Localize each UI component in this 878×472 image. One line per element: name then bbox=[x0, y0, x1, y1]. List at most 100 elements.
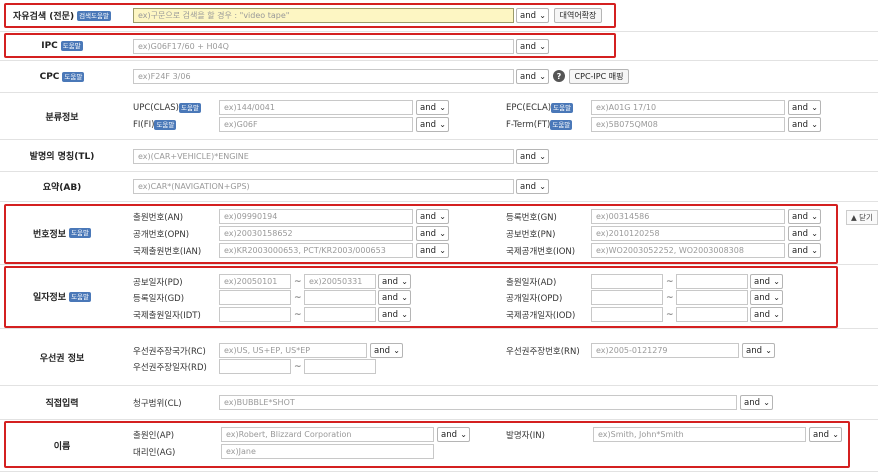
opn-operator-select[interactable]: and ⌄ bbox=[416, 226, 449, 241]
an-input[interactable]: ex)09990194 bbox=[219, 209, 413, 224]
rd-label: 우선권주장일자(RD) bbox=[133, 362, 207, 373]
free-search-input[interactable]: ex)구문으로 검색을 할 경우 : "video tape" bbox=[133, 8, 514, 23]
ian-operator-select[interactable]: and ⌄ bbox=[416, 243, 449, 258]
in-label: 발명자(IN) bbox=[506, 430, 545, 441]
ad-from-input[interactable] bbox=[591, 274, 663, 289]
search-help-badge[interactable]: 검색도움말 bbox=[77, 10, 111, 21]
ion-operator-select[interactable]: and ⌄ bbox=[788, 243, 821, 258]
gn-input[interactable]: ex)00314586 bbox=[591, 209, 785, 224]
abstract-label: 요약(AB) bbox=[0, 172, 124, 201]
idt-from-input[interactable] bbox=[219, 307, 291, 322]
row-classification: 분류정보 UPC(CLAS) 도움말 ex)144/0041 and ⌄ EPC(E… bbox=[0, 93, 878, 140]
an-operator-select[interactable]: and ⌄ bbox=[416, 209, 449, 224]
chevron-down-icon: ⌄ bbox=[439, 246, 446, 255]
gd-operator-select[interactable]: and ⌄ bbox=[378, 290, 411, 305]
iod-to-input[interactable] bbox=[676, 307, 748, 322]
cl-input[interactable]: ex)BUBBLE*SHOT bbox=[219, 395, 737, 410]
opn-input[interactable]: ex)20030158652 bbox=[219, 226, 413, 241]
numbers-help-badge[interactable]: 도움말 bbox=[69, 228, 92, 238]
abstract-operator-select[interactable]: and ⌄ bbox=[516, 179, 549, 194]
rd-from-input[interactable] bbox=[219, 359, 291, 374]
in-input[interactable]: ex)Smith, John*Smith bbox=[593, 427, 806, 442]
ion-input[interactable]: ex)WO2003052252, WO2003008308 bbox=[591, 243, 785, 258]
ad-label: 출원일자(AD) bbox=[506, 277, 557, 288]
idt-operator-select[interactable]: and ⌄ bbox=[378, 307, 411, 322]
opd-operator-select[interactable]: and ⌄ bbox=[750, 290, 783, 305]
row-dates: 일자정보 도움말 공보일자(PD) ex)20050101 ~ ex)20050… bbox=[0, 265, 878, 329]
dates-help-badge[interactable]: 도움말 bbox=[69, 291, 92, 302]
opd-label: 공개일자(OPD) bbox=[506, 293, 563, 304]
ian-input[interactable]: ex)KR2003000653, PCT/KR2003/000653 bbox=[219, 243, 413, 258]
opd-to-input[interactable] bbox=[676, 290, 748, 305]
rn-input[interactable]: ex)2005-0121279 bbox=[591, 343, 739, 358]
gd-to-input[interactable] bbox=[304, 290, 376, 305]
upc-operator-select[interactable]: and ⌄ bbox=[416, 100, 449, 115]
fterm-input[interactable]: ex)5B075QM08 bbox=[591, 117, 785, 132]
ipc-help-badge[interactable]: 도움말 bbox=[60, 41, 83, 51]
upc-input[interactable]: ex)144/0041 bbox=[219, 100, 413, 115]
gd-from-input[interactable] bbox=[219, 290, 291, 305]
row-ipc: IPC 도움말 ex)G06F17/60 + H04Q and ⌄ bbox=[0, 32, 878, 61]
fi-help-badge[interactable]: 도움말 bbox=[154, 119, 177, 130]
iod-operator-select[interactable]: and ⌄ bbox=[750, 307, 783, 322]
iod-from-input[interactable] bbox=[591, 307, 663, 322]
pd-from-input[interactable]: ex)20050101 bbox=[219, 274, 291, 289]
cpc-label: CPC 도움말 bbox=[0, 61, 124, 92]
fterm-operator-select[interactable]: and ⌄ bbox=[788, 117, 821, 132]
help-icon[interactable]: ? bbox=[553, 70, 565, 82]
idt-to-input[interactable] bbox=[304, 307, 376, 322]
gn-operator-select[interactable]: and ⌄ bbox=[788, 209, 821, 224]
in-operator-select[interactable]: and ⌄ bbox=[809, 427, 842, 442]
pn-input[interactable]: ex)2010120258 bbox=[591, 226, 785, 241]
cpc-input[interactable]: ex)F24F 3/06 bbox=[133, 69, 514, 84]
cpc-operator-select[interactable]: and ⌄ bbox=[516, 69, 549, 84]
epc-help-badge[interactable]: 도움말 bbox=[551, 102, 574, 113]
ag-label: 대리인(AG) bbox=[133, 447, 176, 458]
fi-operator-select[interactable]: and ⌄ bbox=[416, 117, 449, 132]
chevron-down-icon: ⌄ bbox=[773, 277, 780, 286]
upc-help-badge[interactable]: 도움말 bbox=[179, 102, 201, 113]
epc-label: EPC(ECLA) 도움말 bbox=[506, 102, 574, 113]
rn-operator-select[interactable]: and ⌄ bbox=[742, 343, 775, 358]
rc-input[interactable]: ex)US, US+EP, US*EP bbox=[219, 343, 367, 358]
ap-operator-select[interactable]: and ⌄ bbox=[437, 427, 470, 442]
rd-to-input[interactable] bbox=[304, 359, 376, 374]
pd-operator-select[interactable]: and ⌄ bbox=[378, 274, 411, 289]
free-search-operator-select[interactable]: and ⌄ bbox=[516, 8, 549, 23]
row-abstract: 요약(AB) ex)CAR*(NAVIGATION+GPS) and ⌄ bbox=[0, 172, 878, 202]
ag-input[interactable]: ex)Jane bbox=[221, 444, 434, 459]
chevron-down-icon: ⌄ bbox=[539, 11, 546, 20]
chevron-down-icon: ⌄ bbox=[765, 346, 772, 355]
pd-to-input[interactable]: ex)20050331 bbox=[304, 274, 376, 289]
epc-operator-select[interactable]: and ⌄ bbox=[788, 100, 821, 115]
chevron-down-icon: ⌄ bbox=[401, 293, 408, 302]
cpc-help-badge[interactable]: 도움말 bbox=[62, 71, 85, 82]
range-tilde: ~ bbox=[666, 292, 674, 303]
range-tilde: ~ bbox=[294, 276, 302, 287]
rc-operator-select[interactable]: and ⌄ bbox=[370, 343, 403, 358]
cl-operator-select[interactable]: and ⌄ bbox=[740, 395, 773, 410]
ad-to-input[interactable] bbox=[676, 274, 748, 289]
synonym-expand-button[interactable]: 대역어확장 bbox=[554, 8, 602, 23]
pn-operator-select[interactable]: and ⌄ bbox=[788, 226, 821, 241]
opd-from-input[interactable] bbox=[591, 290, 663, 305]
epc-input[interactable]: ex)A01G 17/10 bbox=[591, 100, 785, 115]
ipc-operator-select[interactable]: and ⌄ bbox=[516, 39, 549, 54]
range-tilde: ~ bbox=[294, 292, 302, 303]
ipc-input[interactable]: ex)G06F17/60 + H04Q bbox=[133, 39, 514, 54]
chevron-down-icon: ⌄ bbox=[439, 103, 446, 112]
collapse-button[interactable]: ▲ 닫기 bbox=[846, 210, 878, 225]
chevron-down-icon: ⌄ bbox=[832, 430, 839, 439]
chevron-down-icon: ⌄ bbox=[539, 182, 546, 191]
abstract-input[interactable]: ex)CAR*(NAVIGATION+GPS) bbox=[133, 179, 514, 194]
cpc-ipc-mapping-button[interactable]: CPC-IPC 매핑 bbox=[569, 69, 629, 84]
title-operator-select[interactable]: and ⌄ bbox=[516, 149, 549, 164]
title-input[interactable]: ex)(CAR+VEHICLE)*ENGINE bbox=[133, 149, 514, 164]
row-names: 이름 출원인(AP) ex)Robert, Blizzard Corporati… bbox=[0, 420, 878, 472]
ap-input[interactable]: ex)Robert, Blizzard Corporation bbox=[221, 427, 434, 442]
chevron-down-icon: ⌄ bbox=[401, 310, 408, 319]
fi-input[interactable]: ex)G06F bbox=[219, 117, 413, 132]
fterm-help-badge[interactable]: 도움말 bbox=[550, 119, 573, 130]
ad-operator-select[interactable]: and ⌄ bbox=[750, 274, 783, 289]
cl-label: 청구범위(CL) bbox=[133, 398, 182, 409]
